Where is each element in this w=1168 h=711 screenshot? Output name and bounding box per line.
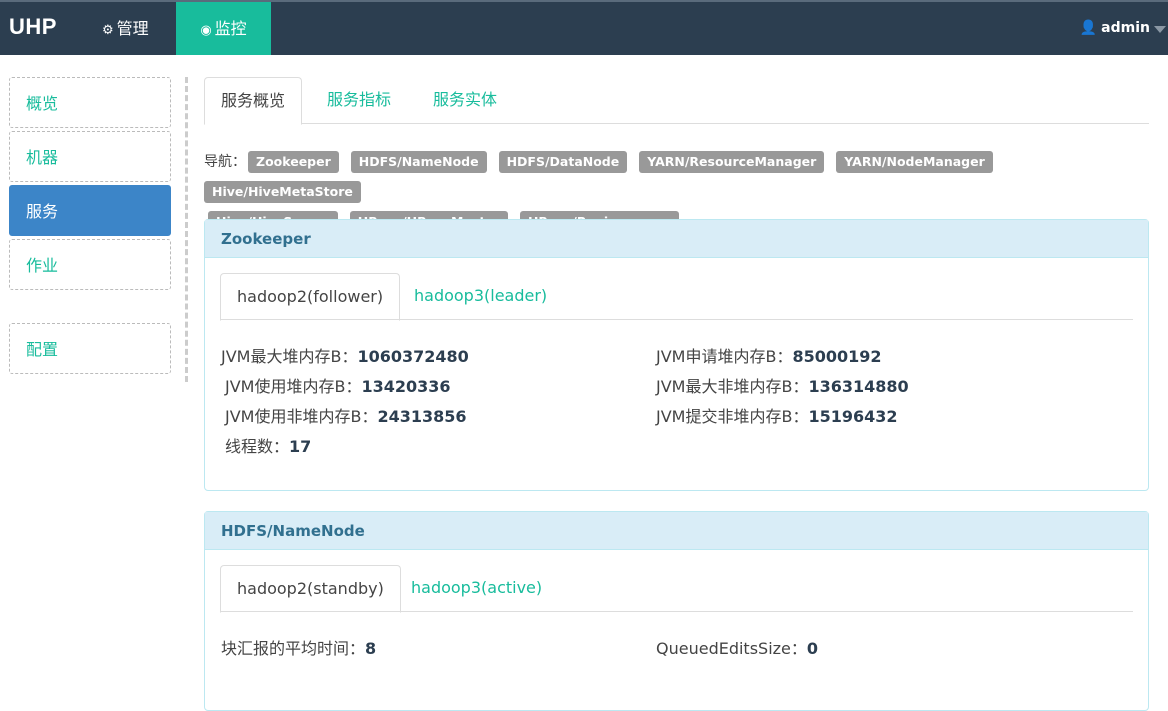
nav-badge[interactable]: HDFS/DataNode xyxy=(498,151,628,173)
nav-monitor-label: 监控 xyxy=(214,19,247,38)
sidebar-item-services[interactable]: 服务 xyxy=(9,185,171,236)
metric: QueuedEditsSize：0 xyxy=(656,639,819,658)
nav-monitor[interactable]: ◉ 监控 xyxy=(176,2,271,55)
eye-icon: ◉ xyxy=(200,23,212,38)
metric-row: 线程数：17 xyxy=(221,432,1148,462)
metric: JVM使用堆内存B：13420336 xyxy=(225,377,451,396)
nav-badge[interactable]: YARN/NodeManager xyxy=(836,151,993,173)
metrics-grid: JVM最大堆内存B：1060372480 JVM申请堆内存B：85000192 … xyxy=(221,342,1148,462)
sidebar-item-machines[interactable]: 机器 xyxy=(9,131,171,182)
tab-host[interactable]: hadoop3(active) xyxy=(395,565,558,612)
tab-host[interactable]: hadoop2(standby) xyxy=(220,565,401,613)
sidebar: 概览 机器 服务 作业 配置 xyxy=(9,77,171,377)
tab-service-metrics[interactable]: 服务指标 xyxy=(311,77,407,124)
metric-row: JVM最大堆内存B：1060372480 JVM申请堆内存B：85000192 xyxy=(221,342,1148,372)
tab-host[interactable]: hadoop3(leader) xyxy=(398,273,563,320)
nav-badge[interactable]: HDFS/NameNode xyxy=(350,151,487,173)
metric: JVM使用非堆内存B：24313856 xyxy=(225,407,467,426)
nav-label: 导航： xyxy=(204,154,246,170)
user-menu[interactable]: 👤 admin xyxy=(1080,2,1150,55)
sidebar-item-config[interactable]: 配置 xyxy=(9,323,171,374)
metric: 块汇报的平均时间：8 xyxy=(221,639,377,658)
brand-logo[interactable]: UHP xyxy=(9,14,57,40)
nav-manage-label: 管理 xyxy=(116,19,149,38)
metric: 线程数：17 xyxy=(225,437,312,456)
nav-manage[interactable]: ⚙ 管理 xyxy=(78,2,173,55)
host-tabs: hadoop2(standby) hadoop3(active) xyxy=(220,565,1133,613)
sidebar-item-jobs[interactable]: 作业 xyxy=(9,239,171,290)
user-menu-caret-icon[interactable] xyxy=(1154,26,1166,33)
top-navbar: UHP ⚙ 管理 ◉ 监控 👤 admin xyxy=(0,0,1168,55)
metric-row: JVM使用非堆内存B：24313856 JVM提交非堆内存B：15196432 xyxy=(221,402,1148,432)
panel-hdfs-namenode: HDFS/NameNode hadoop2(standby) hadoop3(a… xyxy=(204,511,1149,711)
metric: JVM最大非堆内存B：136314880 xyxy=(656,377,909,396)
nav-badge[interactable]: YARN/ResourceManager xyxy=(639,151,825,173)
main-tabs: 服务概览 服务指标 服务实体 xyxy=(204,77,1149,125)
panel-title: Zookeeper xyxy=(205,220,1148,258)
gears-icon: ⚙ xyxy=(102,23,114,38)
metric: JVM申请堆内存B：85000192 xyxy=(656,347,882,366)
tab-service-entities[interactable]: 服务实体 xyxy=(417,77,513,124)
panel-zookeeper: Zookeeper hadoop2(follower) hadoop3(lead… xyxy=(204,219,1149,491)
metric: JVM提交非堆内存B：15196432 xyxy=(656,407,898,426)
user-name: admin xyxy=(1101,20,1150,36)
metric-row: JVM使用堆内存B：13420336 JVM最大非堆内存B：136314880 xyxy=(221,372,1148,402)
sidebar-divider xyxy=(185,77,188,382)
metric-row: 块汇报的平均时间：8 QueuedEditsSize：0 xyxy=(221,634,1148,664)
metrics-grid: 块汇报的平均时间：8 QueuedEditsSize：0 xyxy=(221,634,1148,664)
nav-badge[interactable]: Hive/HiveMetaStore xyxy=(204,181,361,203)
nav-badge[interactable]: Zookeeper xyxy=(248,151,339,173)
main-content: 服务概览 服务指标 服务实体 导航： Zookeeper HDFS/NameNode… xyxy=(204,77,1149,711)
host-tabs: hadoop2(follower) hadoop3(leader) xyxy=(220,273,1133,321)
tab-service-overview[interactable]: 服务概览 xyxy=(204,77,303,125)
user-icon: 👤 xyxy=(1079,20,1098,36)
tab-host[interactable]: hadoop2(follower) xyxy=(220,273,401,321)
panel-title: HDFS/NameNode xyxy=(205,512,1148,550)
metric: JVM最大堆内存B：1060372480 xyxy=(221,347,469,366)
sidebar-item-overview[interactable]: 概览 xyxy=(9,77,171,128)
